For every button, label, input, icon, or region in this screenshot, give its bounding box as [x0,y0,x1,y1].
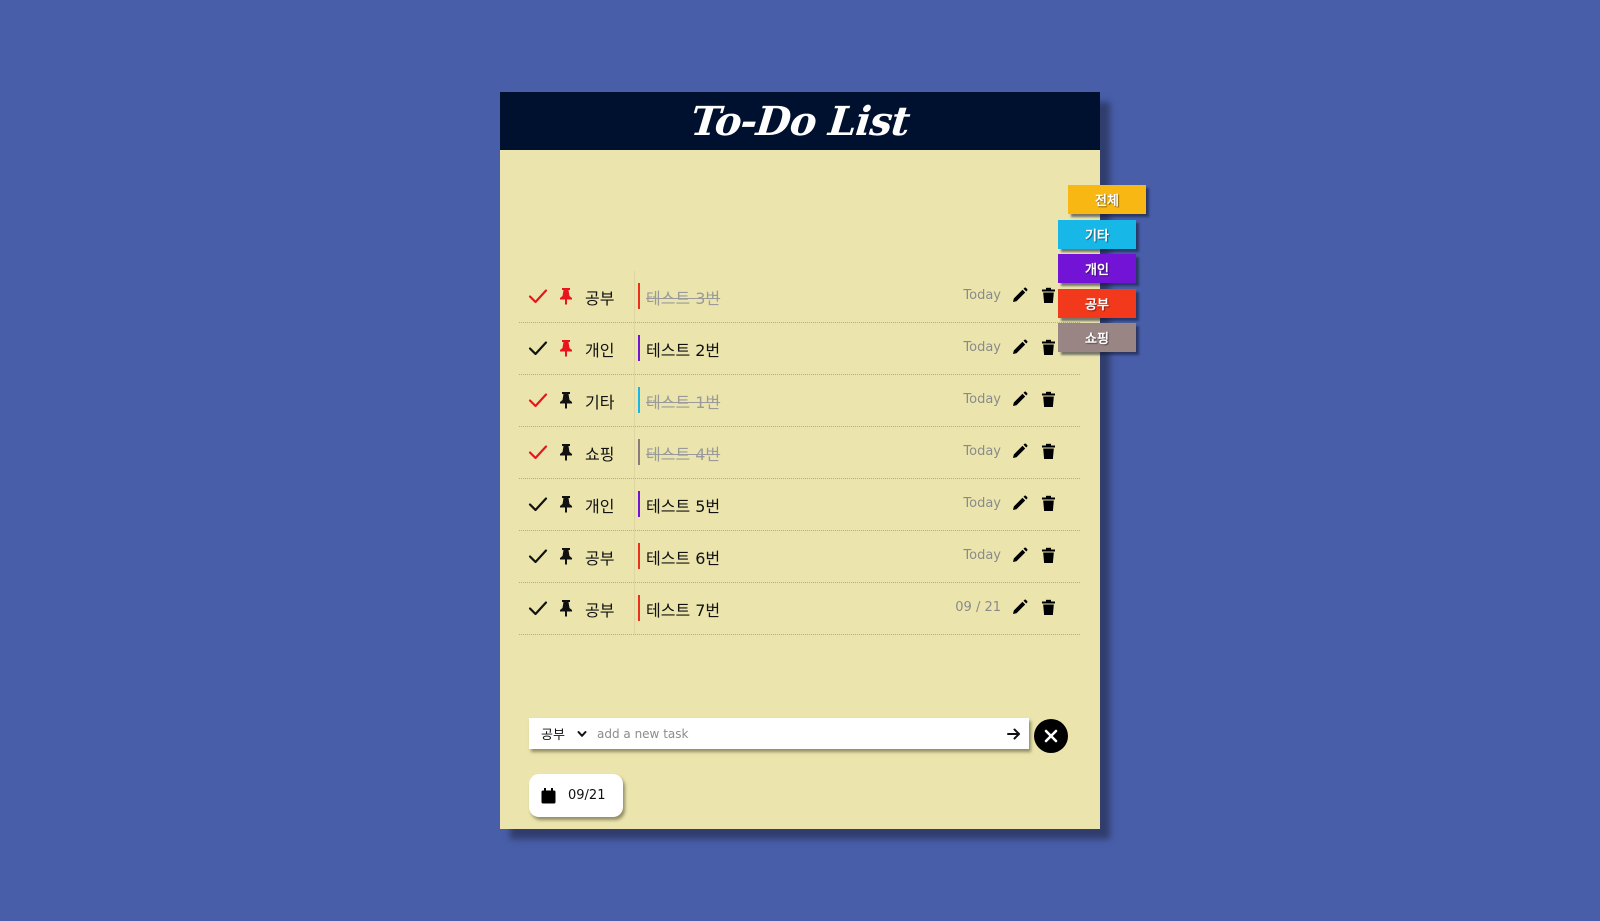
category-color-bar [638,335,640,361]
task-category: 공부 [585,549,615,568]
pencil-icon[interactable] [1011,495,1028,512]
filter-tab[interactable]: 기타 [1058,219,1136,249]
pin-icon[interactable] [557,599,575,617]
task-row: 공부 테스트 7번 09 / 21 [519,583,1080,635]
row-divider [634,583,635,634]
task-row: 개인 테스트 2번 Today [519,323,1080,375]
row-divider [634,427,635,478]
filter-tab[interactable]: 공부 [1058,288,1136,318]
task-row: 기타 테스트 1번 Today [519,375,1080,427]
pencil-icon[interactable] [1011,599,1028,616]
pin-icon[interactable] [557,287,575,305]
task-text[interactable]: 테스트 4번 [646,441,720,465]
category-color-bar [638,283,640,309]
close-input-button[interactable] [1034,719,1068,753]
row-divider [634,323,635,374]
task-text[interactable]: 테스트 2번 [646,337,720,361]
task-row: 개인 테스트 5번 Today [519,479,1080,531]
close-icon [1044,729,1058,743]
new-task-input[interactable] [593,719,999,748]
trash-icon[interactable] [1040,495,1057,512]
category-color-bar [638,595,640,621]
calendar-icon [541,787,556,803]
task-category: 공부 [585,601,615,620]
arrow-right-icon [1007,728,1020,739]
task-category: 개인 [585,341,615,360]
pencil-icon[interactable] [1011,391,1028,408]
pencil-icon[interactable] [1011,287,1028,304]
check-icon[interactable] [527,545,549,567]
task-date: Today [963,444,1001,459]
pencil-icon[interactable] [1011,547,1028,564]
task-category: 기타 [585,393,615,412]
task-date: Today [963,496,1001,511]
trash-icon[interactable] [1040,443,1057,460]
task-row: 공부 테스트 3번 Today [519,271,1080,323]
pencil-icon[interactable] [1011,443,1028,460]
task-text[interactable]: 테스트 3번 [646,285,720,309]
trash-icon[interactable] [1040,547,1057,564]
task-date: Today [963,548,1001,563]
task-date: Today [963,340,1001,355]
card-header: To-Do List [500,92,1100,150]
check-icon[interactable] [527,493,549,515]
task-text[interactable]: 테스트 6번 [646,545,720,569]
category-color-bar [638,543,640,569]
row-divider [634,375,635,426]
task-category: 쇼핑 [585,445,615,464]
date-picker-label: 09/21 [568,788,606,803]
task-date: 09 / 21 [955,600,1001,615]
category-color-bar [638,439,640,465]
check-icon[interactable] [527,597,549,619]
filter-tab[interactable]: 개인 [1058,254,1136,283]
category-select[interactable]: 공부 [529,718,593,749]
check-icon[interactable] [527,389,549,411]
task-text[interactable]: 테스트 1번 [646,389,720,413]
category-select-value: 공부 [541,728,565,743]
row-divider [634,479,635,530]
filter-tab[interactable]: 쇼핑 [1058,323,1136,352]
trash-icon[interactable] [1040,391,1057,408]
task-row: 쇼핑 테스트 4번 Today [519,427,1080,479]
task-category: 공부 [585,289,615,308]
task-row: 공부 테스트 6번 Today [519,531,1080,583]
row-divider [634,531,635,582]
pencil-icon[interactable] [1011,339,1028,356]
new-task-bar: 공부 [529,718,1029,749]
submit-task-button[interactable] [999,718,1029,749]
app-title: To-Do List [688,97,912,145]
task-date: Today [963,288,1001,303]
pin-icon[interactable] [557,547,575,565]
trash-icon[interactable] [1040,287,1057,304]
filter-tab[interactable]: 전체 [1068,185,1146,214]
category-color-bar [638,387,640,413]
check-icon[interactable] [527,285,549,307]
task-text[interactable]: 테스트 7번 [646,597,720,621]
category-color-bar [638,491,640,517]
check-icon[interactable] [527,337,549,359]
pin-icon[interactable] [557,443,575,461]
trash-icon[interactable] [1040,339,1057,356]
chevron-down-icon [577,730,587,737]
task-text[interactable]: 테스트 5번 [646,493,720,517]
todo-card: To-Do List 공부 테스트 3번 Today 개인 테스트 2번 Today 기타 테… [500,92,1100,829]
date-picker-button[interactable]: 09/21 [529,774,623,817]
pin-icon[interactable] [557,495,575,513]
pin-icon[interactable] [557,339,575,357]
task-list: 공부 테스트 3번 Today 개인 테스트 2번 Today 기타 테스트 1번 Today 쇼… [519,271,1080,635]
pin-icon[interactable] [557,391,575,409]
check-icon[interactable] [527,441,549,463]
trash-icon[interactable] [1040,599,1057,616]
row-divider [634,271,635,322]
task-date: Today [963,392,1001,407]
task-category: 개인 [585,497,615,516]
